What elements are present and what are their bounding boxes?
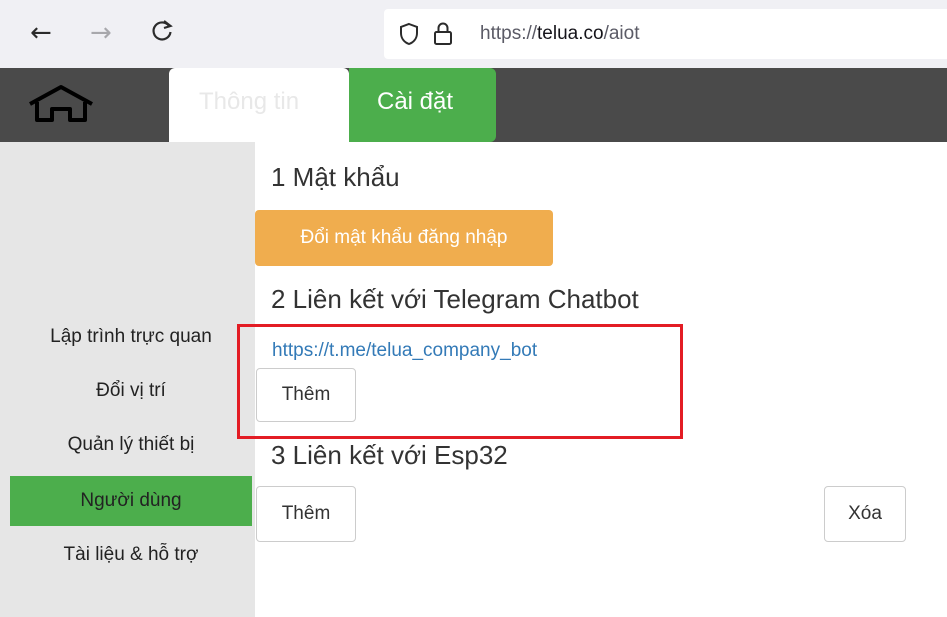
section-telegram-title: 2 Liên kết với Telegram Chatbot bbox=[271, 284, 639, 314]
sidebar-item-label: Người dùng bbox=[80, 490, 182, 511]
esp32-delete-button[interactable]: Xóa bbox=[824, 486, 906, 542]
sidebar-item-label: Lập trình trực quan bbox=[50, 326, 212, 347]
sidebar-item-docs-support[interactable]: Tài liệu & hỗ trợ bbox=[10, 530, 252, 580]
section-password-title: 1 Mật khẩu bbox=[271, 162, 400, 192]
tab-settings[interactable]: Cài đặt bbox=[349, 68, 496, 142]
url-domain: telua.co bbox=[537, 23, 604, 44]
sidebar-item-device-management[interactable]: Quản lý thiết bị bbox=[10, 420, 252, 470]
section-esp32-title: 3 Liên kết với Esp32 bbox=[271, 440, 508, 470]
sidebar-item-users[interactable]: Người dùng bbox=[10, 476, 252, 526]
lock-icon[interactable] bbox=[432, 21, 454, 52]
url-path: /aiot bbox=[603, 23, 640, 44]
app-header: Thông tin Cài đặt bbox=[0, 68, 947, 142]
sidebar-item-label: Tài liệu & hỗ trợ bbox=[63, 544, 199, 565]
address-bar[interactable]: https://telua.co/aiot bbox=[384, 9, 947, 59]
sidebar-item-label: Đổi vị trí bbox=[96, 380, 166, 401]
tab-info-label: Thông tin bbox=[199, 88, 300, 115]
sidebar-item-change-location[interactable]: Đổi vị trí bbox=[10, 366, 252, 416]
esp32-add-button[interactable]: Thêm bbox=[256, 486, 356, 542]
sidebar-item-visual-programming[interactable]: Lập trình trực quan bbox=[10, 312, 252, 362]
highlight-annotation bbox=[237, 324, 683, 439]
reload-icon[interactable] bbox=[150, 18, 174, 51]
back-arrow-icon[interactable]: ← bbox=[30, 18, 52, 48]
browser-toolbar: ← → https://telua.co/aiot bbox=[0, 0, 947, 69]
home-icon[interactable] bbox=[24, 82, 98, 131]
sidebar: Lập trình trực quan Đổi vị trí Quản lý t… bbox=[0, 142, 255, 617]
shield-icon[interactable] bbox=[398, 22, 420, 51]
change-password-button[interactable]: Đổi mật khẩu đăng nhập bbox=[255, 210, 553, 266]
tab-settings-label: Cài đặt bbox=[377, 88, 454, 115]
url-prefix: https:// bbox=[480, 23, 538, 44]
sidebar-item-label: Quản lý thiết bị bbox=[67, 434, 195, 455]
url-text[interactable]: https://telua.co/aiot bbox=[480, 23, 640, 45]
tab-info[interactable]: Thông tin bbox=[169, 68, 349, 142]
forward-arrow-icon[interactable]: → bbox=[90, 18, 112, 48]
